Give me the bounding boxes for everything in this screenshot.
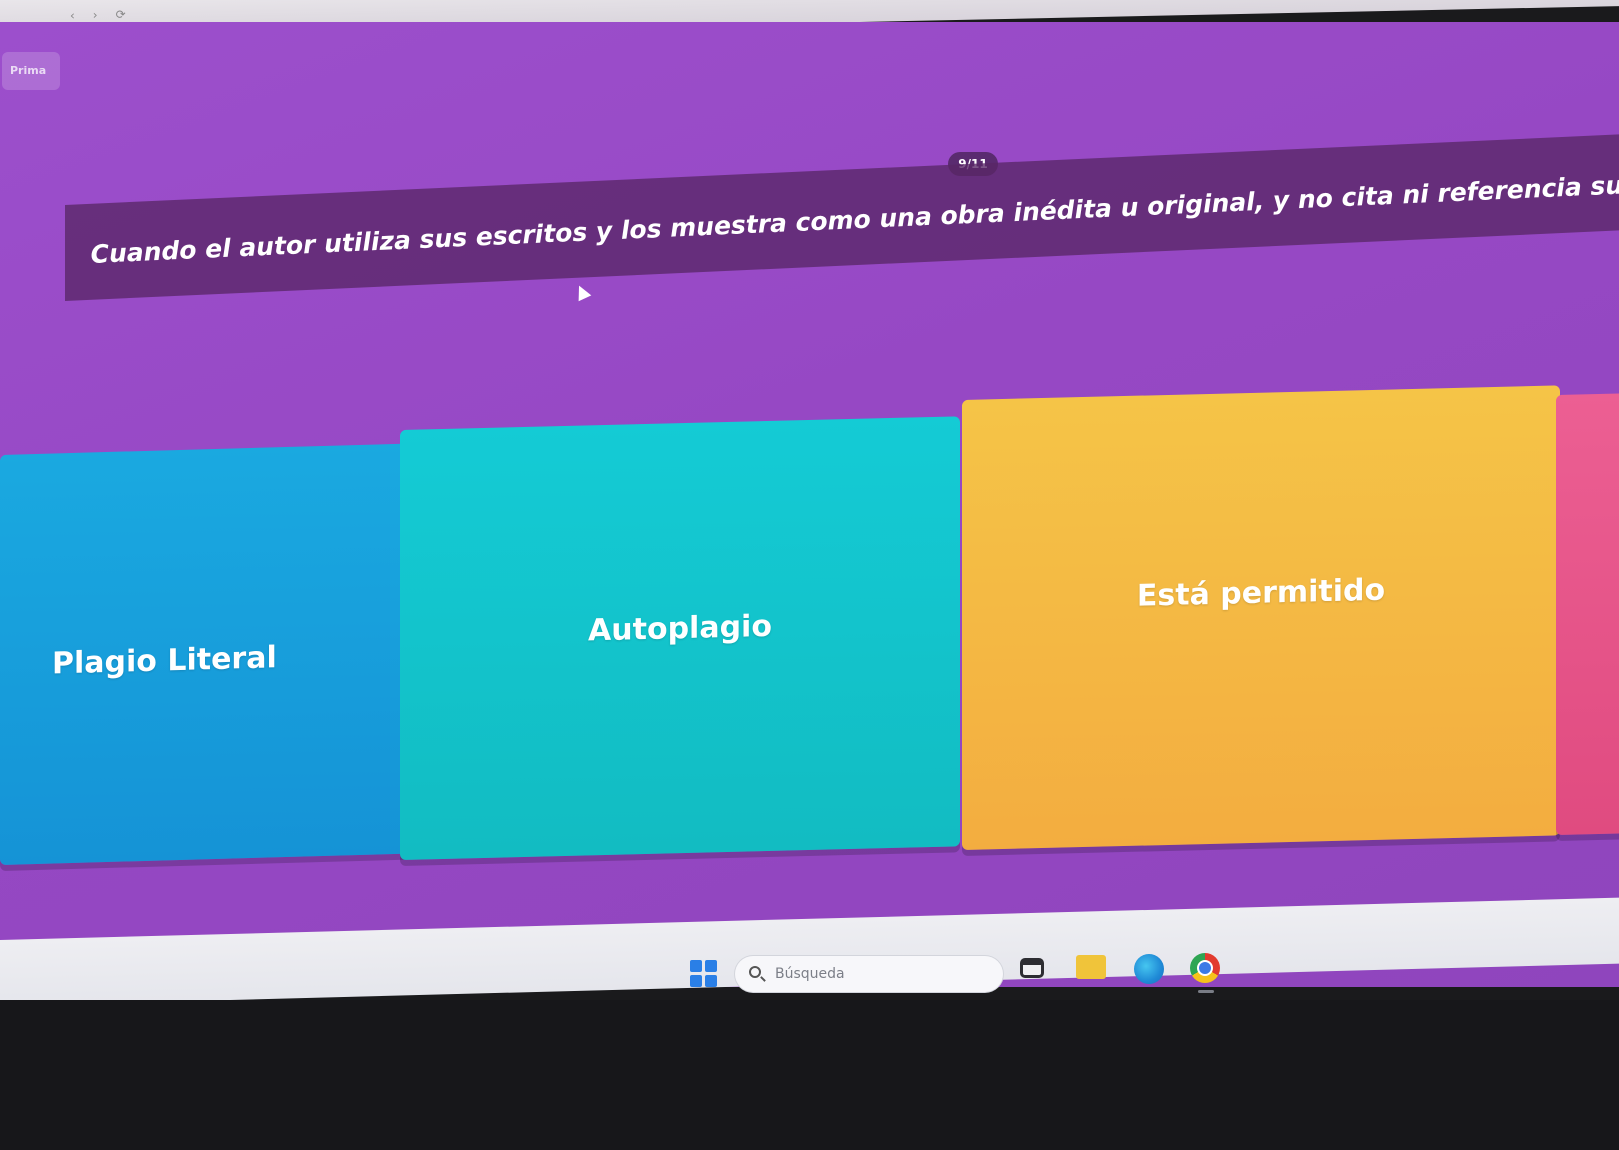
search-icon xyxy=(749,966,761,978)
answer-option-2-label: Autoplagio xyxy=(588,608,772,648)
answer-option-1[interactable]: Plagio Literal xyxy=(0,443,418,865)
screen: ‹›⟳ Prima 9/11 Cuando el autor utiliza s… xyxy=(0,0,1619,1150)
chrome-active-indicator xyxy=(1198,990,1214,993)
monitor-bezel xyxy=(0,1000,1619,1150)
browser-nav-icons[interactable]: ‹›⟳ xyxy=(70,7,144,23)
answer-option-4[interactable] xyxy=(1556,393,1619,835)
answer-option-3-label: Está permitido xyxy=(1136,572,1386,614)
task-view-icon[interactable] xyxy=(1020,958,1044,978)
answer-option-3[interactable]: Está permitido xyxy=(962,385,1560,850)
taskbar-search-input[interactable]: Búsqueda xyxy=(735,956,1003,992)
windows-start-icon[interactable] xyxy=(690,960,718,988)
taskbar-search-placeholder: Búsqueda xyxy=(775,966,845,982)
file-explorer-icon[interactable] xyxy=(1076,955,1106,979)
chrome-icon[interactable] xyxy=(1190,953,1220,983)
answer-option-1-label: Plagio Literal xyxy=(52,639,277,682)
answer-option-2[interactable]: Autoplagio xyxy=(400,416,960,860)
logo-badge: Prima xyxy=(2,52,60,90)
edge-icon[interactable] xyxy=(1134,954,1164,984)
